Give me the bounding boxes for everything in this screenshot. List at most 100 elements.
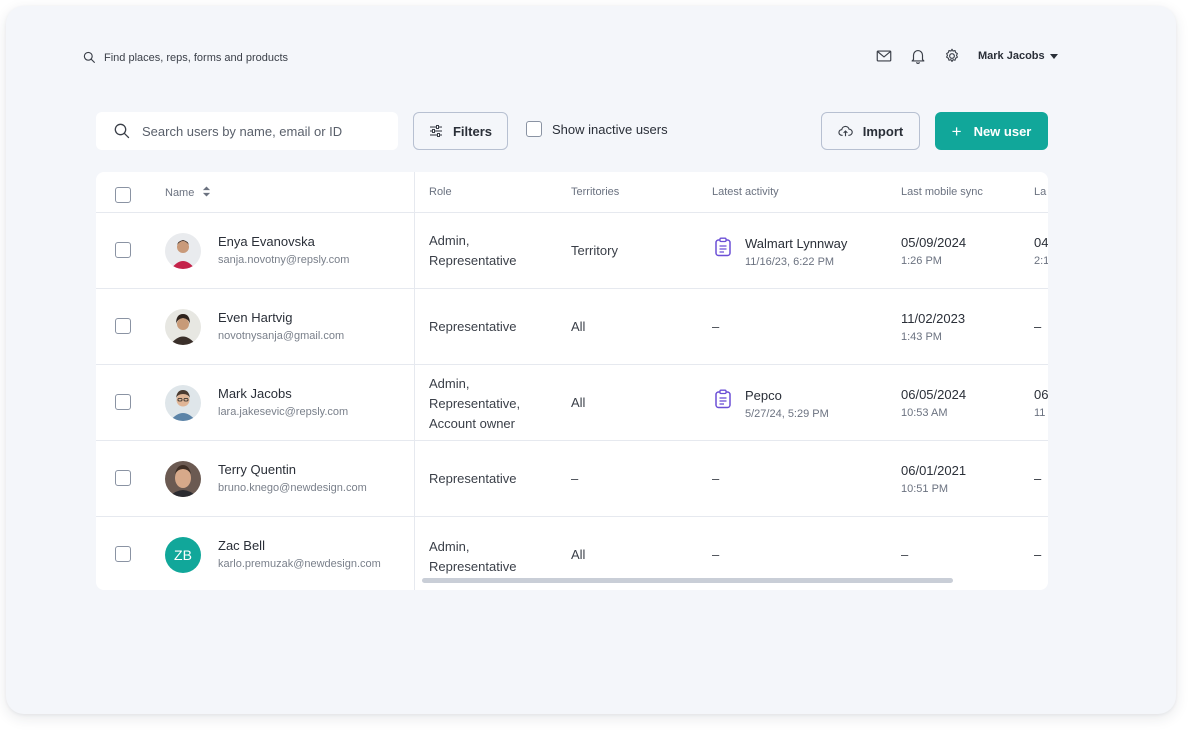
role-line: Admin, — [429, 233, 470, 248]
user-role: Admin, Representative — [429, 537, 516, 577]
user-menu-name: Mark Jacobs — [978, 50, 1045, 62]
sync-date: 06/01/2021 — [901, 463, 967, 478]
top-icons: Mark Jacobs — [874, 46, 1058, 66]
new-user-button[interactable]: + New user — [935, 112, 1048, 150]
table-header: Name Role Territories Latest activity La… — [96, 172, 1048, 213]
user-name[interactable]: Terry Quentin — [218, 462, 296, 477]
role-line: Representative — [429, 559, 517, 574]
avatar — [165, 233, 201, 269]
row-checkbox[interactable] — [115, 318, 131, 334]
last-col-value: 04 — [1034, 235, 1048, 250]
sync-time: 10:53 AM — [901, 407, 948, 419]
sync-date: 05/09/2024 — [901, 235, 967, 250]
search-icon — [114, 123, 130, 139]
user-territory: – — [571, 471, 579, 486]
sync-empty: – — [901, 547, 909, 562]
clipboard-icon — [715, 237, 731, 257]
row-checkbox[interactable] — [115, 546, 131, 562]
user-email: karlo.premuzak@newdesign.com — [218, 558, 381, 570]
user-email: bruno.knego@newdesign.com — [218, 482, 367, 494]
header-last-mobile-sync[interactable]: Last mobile sync — [901, 186, 983, 198]
import-label: Import — [862, 123, 904, 139]
app-frame: Find places, reps, forms and products Ma… — [6, 6, 1176, 714]
activity-title[interactable]: Pepco — [745, 388, 782, 403]
role-line: Account owner — [429, 416, 515, 431]
new-user-label: New user — [973, 123, 1032, 139]
search-icon — [83, 51, 95, 63]
last-col-value: – — [1034, 319, 1042, 334]
gear-icon[interactable] — [942, 46, 962, 66]
header-last-cut[interactable]: La — [1034, 186, 1046, 198]
avatar — [165, 385, 201, 421]
user-email: sanja.novotny@repsly.com — [218, 254, 350, 266]
row-checkbox[interactable] — [115, 242, 131, 258]
import-button[interactable]: Import — [821, 112, 920, 150]
global-search-placeholder: Find places, reps, forms and products — [104, 51, 289, 64]
user-name[interactable]: Zac Bell — [218, 538, 265, 553]
user-name[interactable]: Enya Evanovska — [218, 234, 315, 249]
last-col-subvalue: 11 — [1034, 407, 1046, 419]
role-line: Representative, — [429, 396, 521, 411]
filters-button[interactable]: Filters — [413, 112, 508, 150]
header-territories[interactable]: Territories — [571, 186, 619, 198]
show-inactive-toggle[interactable]: Show inactive users — [526, 121, 668, 137]
user-territory: Territory — [571, 243, 618, 258]
activity-time: 5/27/24, 5:29 PM — [745, 408, 829, 420]
sync-time: 1:26 PM — [901, 255, 942, 267]
caret-down-icon — [1049, 53, 1058, 59]
sort-icon[interactable] — [202, 186, 211, 197]
sync-date: 06/05/2024 — [901, 387, 967, 402]
activity-title[interactable]: Walmart Lynnway — [745, 236, 847, 251]
user-name[interactable]: Mark Jacobs — [218, 386, 292, 401]
table-row[interactable]: Enya Evanovska sanja.novotny@repsly.com … — [96, 213, 1048, 289]
select-all-checkbox[interactable] — [115, 187, 131, 203]
user-territory: All — [571, 319, 586, 334]
table-row[interactable]: Mark Jacobs lara.jakesevic@repsly.com Ad… — [96, 365, 1048, 441]
sliders-icon — [429, 125, 442, 137]
avatar — [165, 461, 201, 497]
show-inactive-checkbox[interactable] — [526, 121, 542, 137]
activity-empty: – — [712, 319, 720, 334]
last-col-value: – — [1034, 471, 1042, 486]
user-role: Admin, Representative — [429, 231, 516, 271]
horizontal-scrollbar[interactable] — [422, 578, 953, 583]
header-name[interactable]: Name — [165, 186, 211, 199]
filters-label: Filters — [452, 123, 492, 139]
header-latest-activity[interactable]: Latest activity — [712, 186, 779, 198]
table-row[interactable]: Even Hartvig novotnysanja@gmail.com Repr… — [96, 289, 1048, 365]
role-line: Admin, — [429, 539, 470, 554]
sync-date: 11/02/2023 — [901, 311, 966, 326]
activity-time: 11/16/23, 6:22 PM — [745, 256, 835, 268]
activity-empty: – — [712, 471, 720, 486]
avatar — [165, 309, 201, 345]
role-line: Representative — [429, 471, 517, 486]
table-row[interactable]: Terry Quentin bruno.knego@newdesign.com … — [96, 441, 1048, 517]
header-name-label: Name — [165, 187, 195, 199]
mail-icon[interactable] — [874, 46, 894, 66]
role-line: Representative — [429, 253, 517, 268]
sync-time: 10:51 PM — [901, 483, 949, 495]
sync-time: 1:43 PM — [901, 331, 942, 343]
plus-icon: + — [951, 121, 962, 141]
user-search-input[interactable] — [140, 122, 384, 140]
bell-icon[interactable] — [908, 46, 928, 66]
user-email: lara.jakesevic@repsly.com — [218, 406, 349, 418]
role-line: Admin, — [429, 376, 470, 391]
user-email: novotnysanja@gmail.com — [218, 330, 345, 342]
clipboard-icon — [715, 389, 731, 409]
user-menu[interactable]: Mark Jacobs — [978, 50, 1058, 62]
user-search-box — [96, 112, 398, 150]
last-col-value: – — [1034, 547, 1042, 562]
user-territory: All — [571, 395, 586, 410]
user-name[interactable]: Even Hartvig — [218, 310, 292, 325]
global-search[interactable]: Find places, reps, forms and products — [83, 51, 288, 64]
last-col-subvalue: 2:1 — [1034, 255, 1048, 267]
header-role[interactable]: Role — [429, 186, 452, 198]
show-inactive-label: Show inactive users — [552, 121, 668, 137]
row-checkbox[interactable] — [115, 470, 131, 486]
row-checkbox[interactable] — [115, 394, 131, 410]
last-col-value: 06 — [1034, 387, 1048, 402]
user-role: Admin, Representative, Account owner — [429, 374, 520, 434]
users-table: Name Role Territories Latest activity La… — [96, 172, 1048, 590]
user-role: Representative — [429, 317, 516, 337]
